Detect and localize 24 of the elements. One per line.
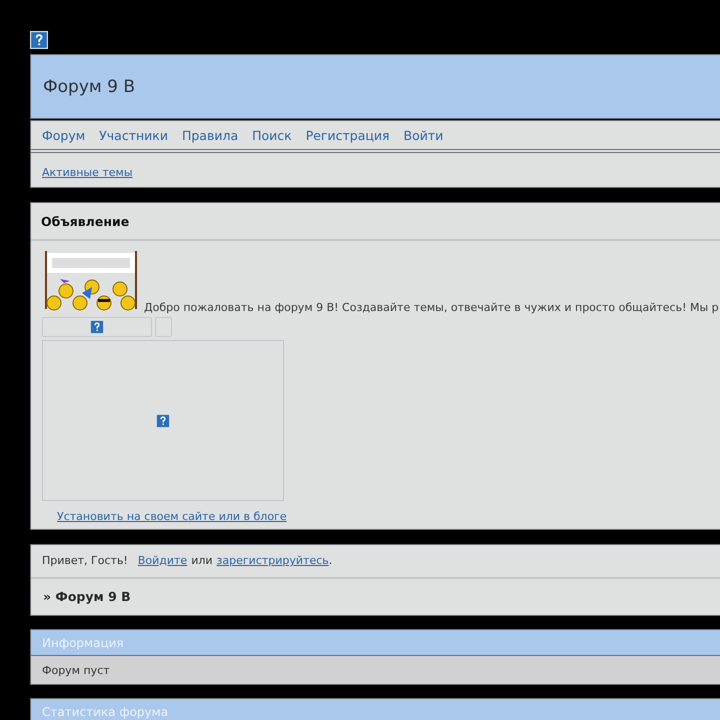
period-text: .	[328, 554, 332, 567]
broken-image-icon	[30, 31, 48, 49]
greeting-text: Привет, Гость!	[42, 554, 128, 567]
broken-image-icon	[90, 320, 104, 334]
broken-image-icon	[156, 414, 170, 428]
nav-link[interactable]: Форум	[42, 128, 86, 143]
info-header: Информация	[31, 630, 720, 656]
nav-link[interactable]: Войти	[404, 128, 444, 143]
announcement-title: Объявление	[31, 203, 720, 241]
forum-title: Форум 9 В	[43, 76, 135, 96]
active-topics-link[interactable]: Активные темы	[42, 166, 133, 179]
nav-link[interactable]: Регистрация	[306, 128, 390, 143]
login-link[interactable]: Войдите	[138, 554, 188, 567]
announcement-text: Добро пожаловать на форум 9 В! Создавайте темы, отвечайте в чужих и просто общайтесь! Мы р	[144, 301, 719, 314]
nav-link[interactable]: Участники	[99, 128, 168, 143]
install-link[interactable]: Установить на своем сайте или в блоге	[57, 510, 287, 523]
or-text: или	[191, 554, 213, 567]
nav-link[interactable]: Поиск	[252, 128, 292, 143]
info-text: Форум пуст	[31, 656, 720, 684]
register-link[interactable]: зарегистрируйтесь	[216, 554, 329, 567]
nav-link[interactable]: Правила	[182, 128, 238, 143]
image-placeholder	[155, 317, 172, 337]
breadcrumb: » Форум 9 В	[42, 588, 132, 606]
stats-header: Статистика форума	[31, 699, 720, 720]
